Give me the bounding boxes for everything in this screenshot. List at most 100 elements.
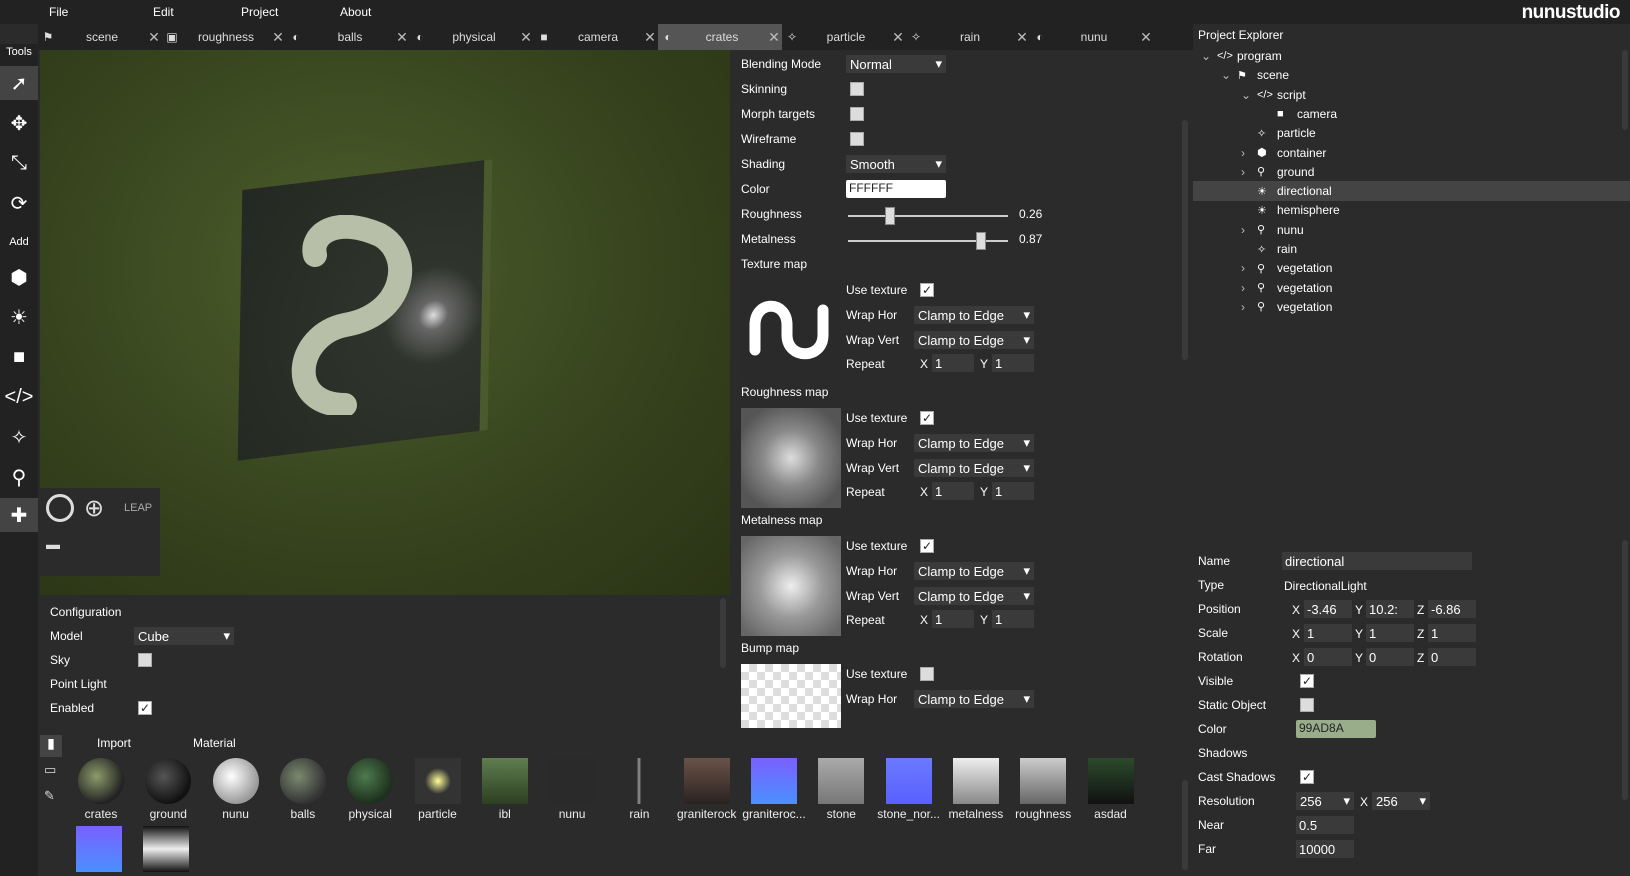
chevron-icon[interactable]: ⌄ xyxy=(1201,49,1217,63)
static-checkbox[interactable] xyxy=(1300,698,1314,712)
texture-use-checkbox[interactable]: ✓ xyxy=(920,283,934,297)
file-icon[interactable]: ▮ xyxy=(40,735,62,757)
tab-crates[interactable]: ◐ crates ✕ xyxy=(658,24,782,50)
scale-tool-icon[interactable]: ⤡ xyxy=(0,146,38,180)
bump-wraphor-select[interactable]: Clamp to Edge ▾ xyxy=(914,690,1034,708)
asset-item[interactable]: graniteroc... xyxy=(741,758,807,821)
light-color-input[interactable]: 99AD8A xyxy=(1296,720,1376,738)
tree-item[interactable]: › ⚲ nunu xyxy=(1193,220,1630,240)
menu-edit[interactable]: Edit xyxy=(153,5,174,19)
rotate-tool-icon[interactable]: ⟳ xyxy=(0,186,38,220)
move-tool-icon[interactable]: ✥ xyxy=(0,106,38,140)
roughness-slider[interactable] xyxy=(848,207,1008,225)
tab-camera[interactable]: ■ camera ✕ xyxy=(534,24,658,50)
close-icon[interactable]: ✕ xyxy=(1138,29,1154,46)
tab-scene[interactable]: ⚑ scene ✕ xyxy=(38,24,162,50)
shading-select[interactable]: Smooth ▾ xyxy=(846,155,946,173)
asset-item[interactable]: particle xyxy=(405,758,471,821)
close-icon[interactable]: ✕ xyxy=(270,29,286,46)
far-input[interactable]: 10000 xyxy=(1296,840,1354,858)
chevron-icon[interactable]: › xyxy=(1241,261,1257,275)
texture-wraphor-select[interactable]: Clamp to Edge ▾ xyxy=(914,306,1034,324)
cast-shadows-checkbox[interactable]: ✓ xyxy=(1300,770,1314,784)
close-icon[interactable]: ✕ xyxy=(518,29,534,46)
close-icon[interactable]: ✕ xyxy=(642,29,658,46)
asset-item[interactable]: graniterock xyxy=(674,758,740,821)
asset-item[interactable]: roughness xyxy=(1010,758,1076,821)
add-controls-icon[interactable]: ✚ xyxy=(0,498,38,532)
asset-item[interactable]: metalness xyxy=(943,758,1009,821)
material-menu[interactable]: Material xyxy=(193,736,236,750)
close-icon[interactable]: ✕ xyxy=(1014,29,1030,46)
roughness-wraphor-select[interactable]: Clamp to Edge ▾ xyxy=(914,434,1034,452)
add-geometry-icon[interactable]: ⬢ xyxy=(0,260,38,294)
roughness-map-thumbnail[interactable] xyxy=(741,408,841,508)
rotation-x-input[interactable]: 0 xyxy=(1304,648,1352,666)
asset-thumbnail[interactable] xyxy=(76,826,122,872)
asset-item[interactable]: stone_nor... xyxy=(876,758,942,821)
roughness-slider-knob[interactable] xyxy=(885,207,895,225)
props-scrollbar[interactable] xyxy=(1182,120,1188,360)
sky-checkbox[interactable] xyxy=(138,653,152,667)
close-icon[interactable]: ✕ xyxy=(146,29,162,46)
chevron-icon[interactable]: › xyxy=(1241,223,1257,237)
visible-checkbox[interactable]: ✓ xyxy=(1300,674,1314,688)
tree-item[interactable]: › ⬢ container xyxy=(1193,143,1630,163)
metalness-wrapvert-select[interactable]: Clamp to Edge ▾ xyxy=(914,587,1034,605)
texture-map-thumbnail[interactable] xyxy=(741,280,841,380)
chevron-icon[interactable]: › xyxy=(1241,146,1257,160)
crosshair-icon[interactable]: ⊕ xyxy=(84,494,104,523)
import-menu[interactable]: Import xyxy=(97,736,131,750)
inspector-scrollbar[interactable] xyxy=(1622,540,1628,800)
add-particle-icon[interactable]: ✧ xyxy=(0,420,38,454)
chevron-icon[interactable]: ⌄ xyxy=(1221,68,1237,82)
roughness-wrapvert-select[interactable]: Clamp to Edge ▾ xyxy=(914,459,1034,477)
metalness-repeat-y-input[interactable]: 1 xyxy=(992,610,1034,628)
tree-item[interactable]: › ⚲ vegetation xyxy=(1193,297,1630,317)
metalness-slider-knob[interactable] xyxy=(976,232,986,250)
rotation-y-input[interactable]: 0 xyxy=(1366,648,1414,666)
texture-wrapvert-select[interactable]: Clamp to Edge ▾ xyxy=(914,331,1034,349)
enabled-checkbox[interactable]: ✓ xyxy=(138,701,152,715)
assets-scrollbar[interactable] xyxy=(1182,780,1188,870)
asset-item[interactable]: stone xyxy=(808,758,874,821)
metalness-map-thumbnail[interactable] xyxy=(741,536,841,636)
close-icon[interactable]: ✕ xyxy=(766,29,782,46)
orbit-control-icon[interactable] xyxy=(46,494,74,522)
asset-item[interactable]: crates xyxy=(68,758,134,821)
bump-map-thumbnail[interactable] xyxy=(741,664,841,728)
metalness-repeat-x-input[interactable]: 1 xyxy=(932,610,974,628)
menu-file[interactable]: File xyxy=(49,5,68,19)
asset-item[interactable]: balls xyxy=(270,758,336,821)
position-z-input[interactable]: -6.86 xyxy=(1428,600,1476,618)
blending-select[interactable]: Normal ▾ xyxy=(846,55,946,73)
texture-repeat-x-input[interactable]: 1 xyxy=(932,354,974,372)
close-icon[interactable]: ✕ xyxy=(394,29,410,46)
asset-item[interactable]: nunu xyxy=(539,758,605,821)
add-light-icon[interactable]: ☀ xyxy=(0,300,38,334)
vr-icon[interactable]: ▬ xyxy=(46,536,60,552)
close-icon[interactable]: ✕ xyxy=(890,29,906,46)
tab-roughness[interactable]: ▣ roughness ✕ xyxy=(162,24,286,50)
tree-item[interactable]: › ⚲ ground xyxy=(1193,162,1630,182)
near-input[interactable]: 0.5 xyxy=(1296,816,1354,834)
asset-item[interactable]: physical xyxy=(337,758,403,821)
bump-use-checkbox[interactable] xyxy=(920,667,934,681)
tree-item[interactable]: ✧ rain xyxy=(1193,239,1630,259)
tab-particle[interactable]: ✧ particle ✕ xyxy=(782,24,906,50)
tab-balls[interactable]: ◐ balls ✕ xyxy=(286,24,410,50)
script-icon[interactable]: ✎ xyxy=(44,788,55,804)
tree-item[interactable]: ⌄ </> script xyxy=(1193,85,1630,105)
metalness-slider[interactable] xyxy=(848,232,1008,250)
tree-item[interactable]: ■ camera xyxy=(1193,104,1630,124)
scale-x-input[interactable]: 1 xyxy=(1304,624,1352,642)
chevron-icon[interactable]: › xyxy=(1241,165,1257,179)
asset-thumbnail[interactable] xyxy=(143,826,190,872)
leap-label[interactable]: LEAP xyxy=(124,502,152,514)
wireframe-checkbox[interactable] xyxy=(850,132,864,146)
chevron-icon[interactable]: › xyxy=(1241,281,1257,295)
chevron-icon[interactable]: › xyxy=(1241,300,1257,314)
position-y-input[interactable]: 10.2: xyxy=(1366,600,1414,618)
metalness-wraphor-select[interactable]: Clamp to Edge ▾ xyxy=(914,562,1034,580)
tree-item[interactable]: ⌄ ⚑ scene xyxy=(1193,65,1630,85)
